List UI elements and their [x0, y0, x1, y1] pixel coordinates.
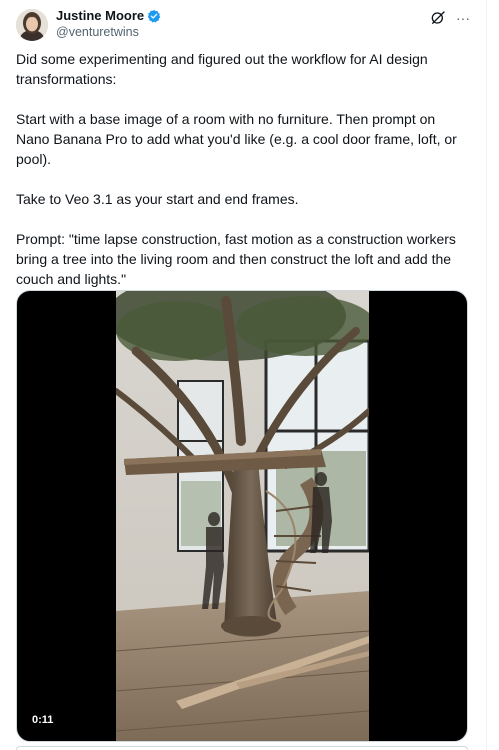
tweet-paragraph: Take to Veo 3.1 as your start and end fr…	[16, 191, 299, 207]
video-timestamp: 0:11	[27, 712, 59, 729]
tweet-paragraph: Prompt: "time lapse construction, fast m…	[16, 231, 456, 287]
more-options-icon[interactable]: ···	[456, 11, 470, 25]
tweet-text: Did some experimenting and figured out t…	[16, 49, 471, 289]
tweet-paragraph: Start with a base image of a room with n…	[16, 111, 457, 167]
verified-badge-icon	[147, 9, 161, 23]
avatar[interactable]	[16, 9, 48, 41]
author-handle[interactable]: @venturetwins	[56, 24, 161, 40]
avatar-image	[16, 9, 48, 41]
display-name[interactable]: Justine Moore	[56, 8, 144, 24]
grok-icon[interactable]	[430, 10, 446, 26]
video-thumbnail-image	[116, 291, 369, 741]
next-card-edge	[16, 746, 468, 750]
tweet-card: Justine Moore @venturetwins ··· Did some…	[0, 0, 487, 750]
name-row: Justine Moore	[56, 8, 161, 24]
tweet-paragraph: Did some experimenting and figured out t…	[16, 51, 428, 87]
tweet-header: Justine Moore @venturetwins ···	[16, 8, 470, 44]
header-actions: ···	[430, 10, 470, 26]
video-player[interactable]: 0:11	[16, 290, 468, 742]
author-names: Justine Moore @venturetwins	[56, 8, 161, 40]
video-frame	[116, 291, 369, 741]
